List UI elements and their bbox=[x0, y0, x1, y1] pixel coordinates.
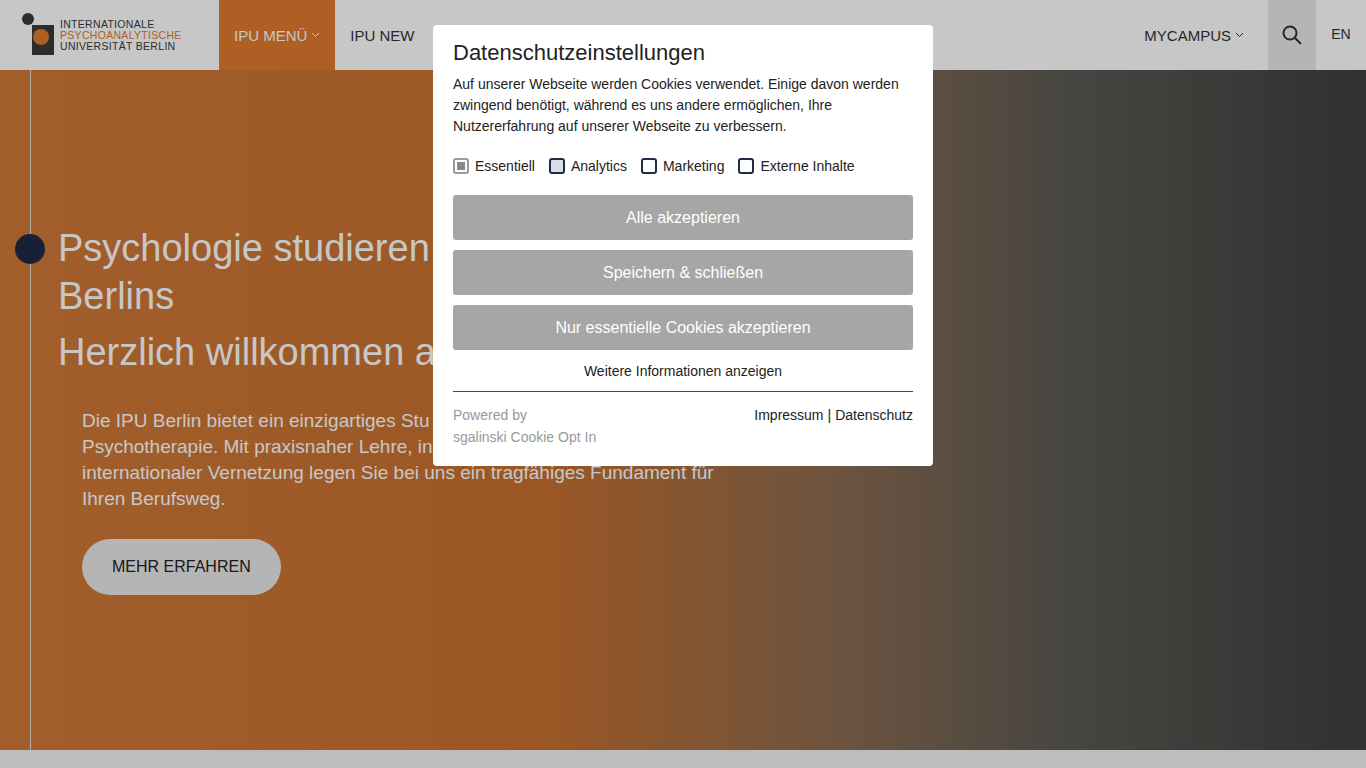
legal-links: Impressum|Datenschutz bbox=[754, 404, 913, 448]
legal-link[interactable]: Datenschutz bbox=[835, 404, 913, 426]
checkbox[interactable] bbox=[549, 158, 565, 174]
dialog-button[interactable]: Nur essentielle Cookies akzeptieren bbox=[453, 305, 913, 350]
dialog-footer: Powered bysgalinski Cookie Opt In Impres… bbox=[453, 404, 913, 448]
legal-link[interactable]: Impressum bbox=[754, 404, 823, 426]
cookie-option[interactable]: Externe Inhalte bbox=[738, 158, 854, 174]
checkbox[interactable] bbox=[641, 158, 657, 174]
dialog-buttons: Alle akzeptieren Speichern & schließen Nur… bbox=[453, 195, 913, 350]
dialog-button[interactable]: Alle akzeptieren bbox=[453, 195, 913, 240]
checkbox[interactable] bbox=[738, 158, 754, 174]
page: INTERNATIONALEPSYCHOANALYTISCHEUNIVERSIT… bbox=[0, 0, 1366, 768]
cookie-option: Essentiell bbox=[453, 158, 535, 174]
checkbox bbox=[453, 158, 469, 174]
cookie-option[interactable]: Analytics bbox=[549, 158, 627, 174]
more-info-link[interactable]: Weitere Informationen anzeigen bbox=[453, 363, 913, 392]
cookie-options: Essentiell Analytics Marketing Externe I… bbox=[453, 158, 913, 174]
powered-by: Powered bysgalinski Cookie Opt In bbox=[453, 404, 596, 448]
dialog-button[interactable]: Speichern & schließen bbox=[453, 250, 913, 295]
dialog-text: Auf unserer Webseite werden Cookies verw… bbox=[453, 74, 913, 137]
cookie-option[interactable]: Marketing bbox=[641, 158, 724, 174]
cookie-dialog: Datenschutzeinstellungen Auf unserer Web… bbox=[433, 25, 933, 466]
legal-link[interactable]: | bbox=[828, 404, 832, 426]
dialog-title: Datenschutzeinstellungen bbox=[453, 40, 913, 66]
